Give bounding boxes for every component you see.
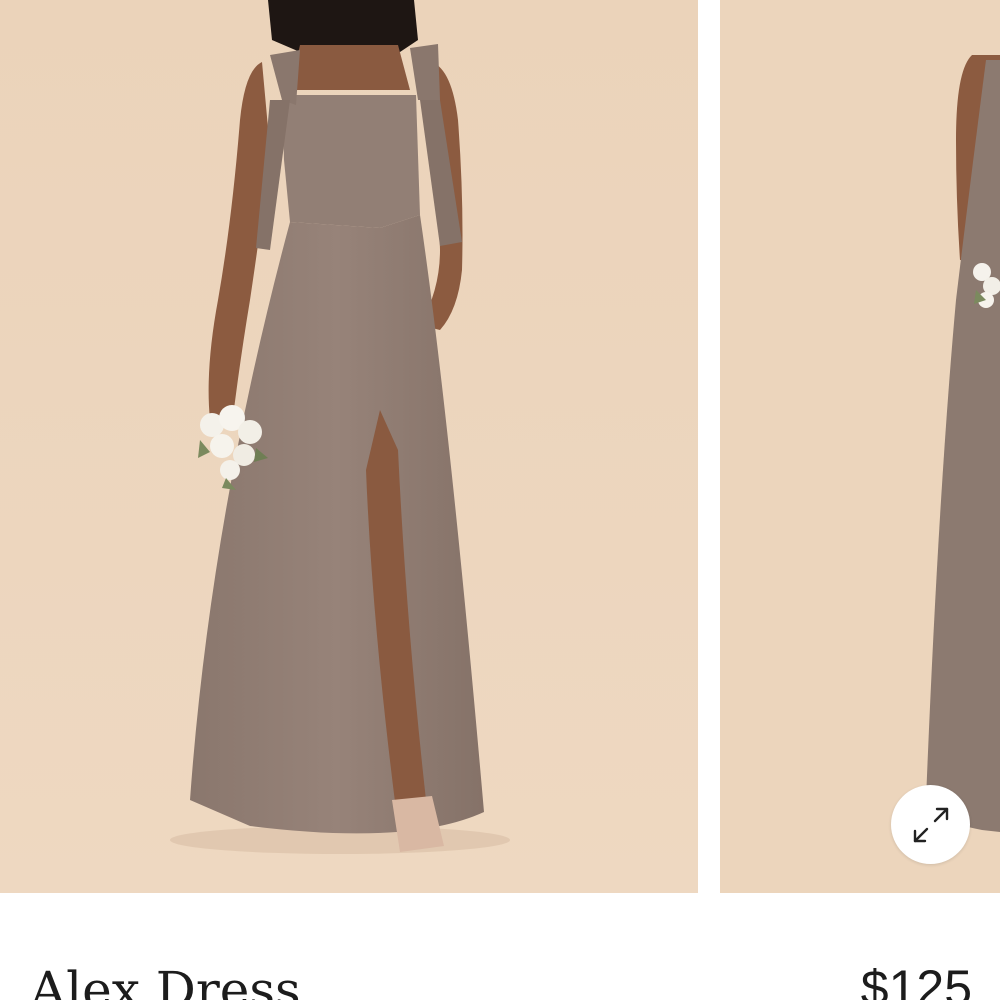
expand-image-button[interactable]: [891, 785, 970, 864]
model-side-view-illustration: [720, 0, 1000, 893]
product-image-gallery[interactable]: [0, 0, 1000, 893]
product-name: Alex Dress: [30, 961, 301, 1000]
expand-arrows-icon: [913, 807, 948, 842]
product-page: Alex Dress $125: [0, 0, 1000, 1000]
model-in-dress-illustration: [0, 0, 698, 893]
product-photo-next[interactable]: [720, 0, 1000, 893]
product-price: $125: [860, 960, 972, 1000]
product-photo-main[interactable]: [0, 0, 698, 893]
